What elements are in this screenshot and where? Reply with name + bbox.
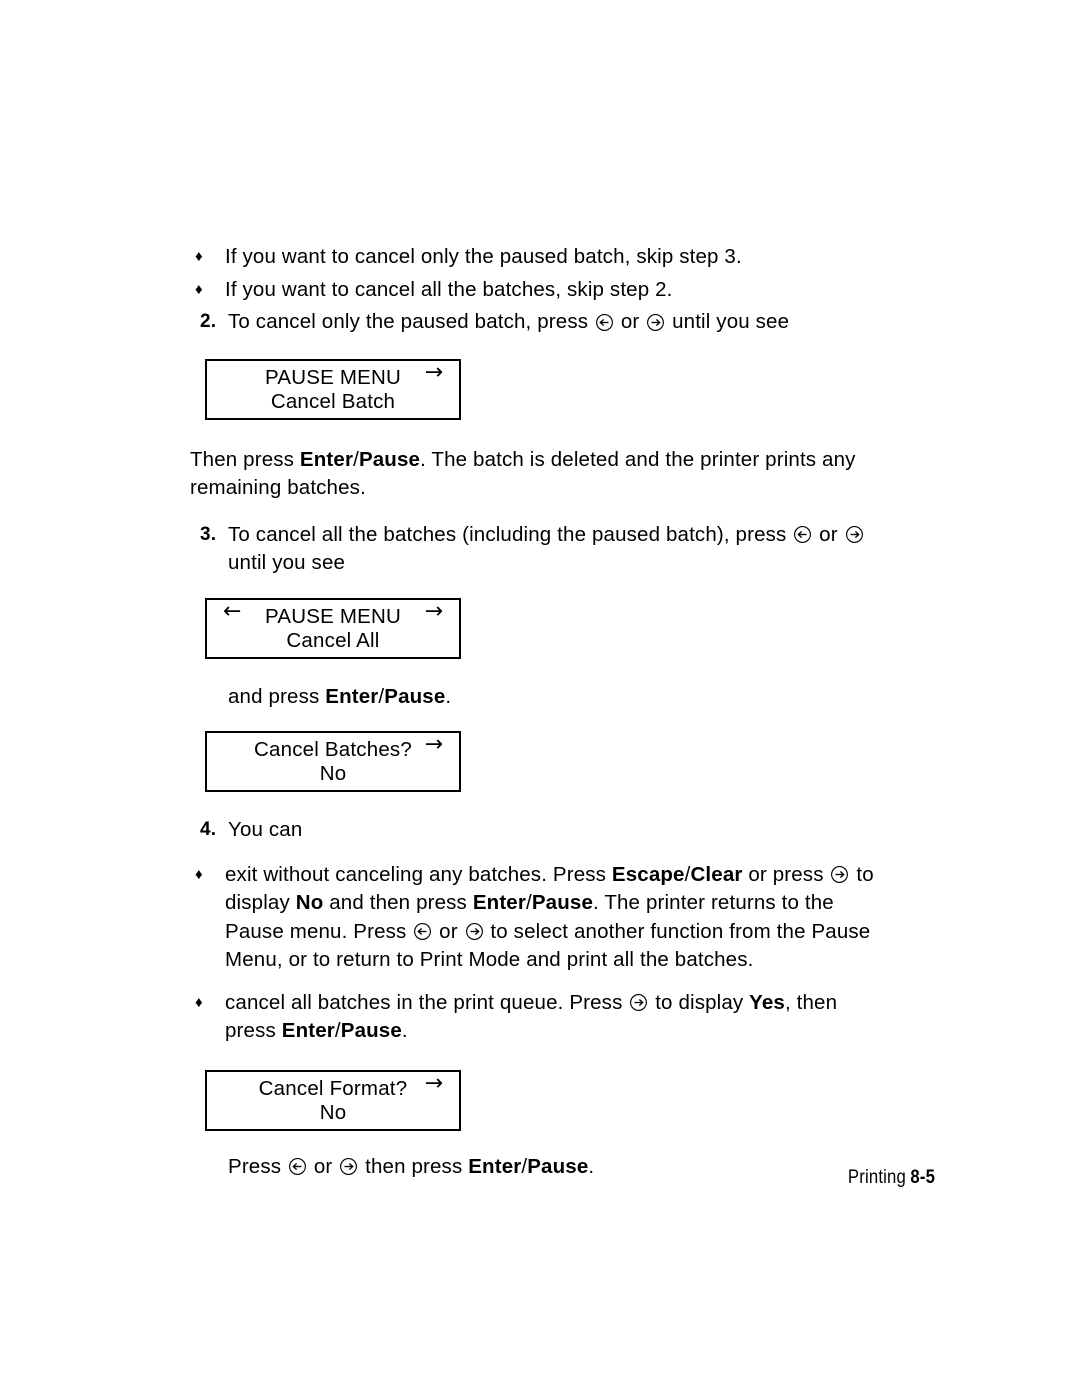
circled-left-arrow-key-icon xyxy=(793,525,812,544)
printer-display-cancel-batches-prompt: Cancel Batches? No → xyxy=(205,731,461,792)
step-text-part-a: To cancel only the paused batch, press xyxy=(228,310,589,333)
numbered-step-4: 4. You can xyxy=(190,816,890,845)
list-item: ♦ cancel all batches in the print queue.… xyxy=(190,989,890,1046)
bullet-diamond-icon: ♦ xyxy=(195,865,203,883)
step-number: 2. xyxy=(200,311,217,332)
bullet-diamond-icon: ♦ xyxy=(195,248,203,265)
paragraph-after-box-1: Then press Enter/Pause. The batch is del… xyxy=(190,446,890,503)
bullet-text-4: and then press xyxy=(329,891,467,914)
circled-right-arrow-key-icon xyxy=(845,525,864,544)
key-label-enter: Enter xyxy=(325,684,379,708)
bullet-text-1: exit without canceling any batches. Pres… xyxy=(225,862,607,886)
page-content: ♦ If you want to cancel only the paused … xyxy=(190,243,890,1181)
key-label-pause: Pause xyxy=(527,1154,589,1178)
display-right-arrow-icon: → xyxy=(424,1070,443,1096)
bullet-text-2: or press xyxy=(748,862,824,886)
key-label-enter: Enter xyxy=(281,1019,335,1042)
display-line-2: Cancel All xyxy=(286,628,380,652)
display-line-1: Cancel Format? xyxy=(258,1076,408,1100)
text-then-press: Then press xyxy=(190,447,295,471)
list-item: ♦ If you want to cancel only the paused … xyxy=(190,243,890,272)
paragraph-final-instruction: Press or then press Enter/Pause. xyxy=(228,1153,890,1182)
display-right-arrow-icon: → xyxy=(424,359,443,385)
display-line-1: PAUSE MENU xyxy=(264,604,402,628)
bullet-text-1: cancel all batches in the print queue. P… xyxy=(225,990,623,1014)
text-period: . xyxy=(588,1154,595,1178)
footer-section-label: Printing xyxy=(847,1167,906,1188)
display-box-4-wrapper: Cancel Format? No → xyxy=(190,1069,890,1131)
display-left-arrow-icon: ← xyxy=(223,598,242,624)
circled-right-arrow-key-icon xyxy=(339,1157,358,1176)
circled-right-arrow-key-icon xyxy=(465,922,484,941)
display-line-2: No xyxy=(319,762,347,785)
printer-display-cancel-format-prompt: Cancel Format? No → xyxy=(205,1069,461,1131)
bullet-diamond-icon: ♦ xyxy=(195,280,203,298)
text-and-press: and press xyxy=(228,684,320,708)
key-label-enter: Enter xyxy=(299,447,354,471)
step-text-part-c: until you see xyxy=(672,310,790,333)
key-label-enter: Enter xyxy=(468,1154,522,1178)
display-line-2: Cancel Batch xyxy=(270,389,396,413)
key-label-pause: Pause xyxy=(340,1019,402,1042)
printer-display-cancel-batch: PAUSE MENU Cancel Batch → xyxy=(205,358,461,420)
page-footer: Printing 8-5 xyxy=(848,1167,935,1189)
step-text-part-b: or xyxy=(620,310,640,333)
paragraph-after-box-2: and press Enter/Pause. xyxy=(228,683,890,712)
bullet-text-2: to display xyxy=(655,990,744,1014)
bullet-text-6: or xyxy=(439,919,458,943)
circled-left-arrow-key-icon xyxy=(413,922,432,941)
numbered-step-3: 3. To cancel all the batches (including … xyxy=(190,521,890,578)
circled-left-arrow-key-icon xyxy=(288,1157,307,1176)
display-box-3-wrapper: Cancel Batches? No → xyxy=(190,731,890,792)
numbered-step-2: 2. To cancel only the paused batch, pres… xyxy=(190,308,890,337)
key-label-pause: Pause xyxy=(384,684,446,708)
bullet-text: If you want to cancel all the batches, s… xyxy=(225,277,673,301)
key-label-enter: Enter xyxy=(472,891,526,914)
key-label-escape: Escape xyxy=(611,862,685,886)
step-text-part-c: until you see xyxy=(228,551,346,574)
printer-display-cancel-all: PAUSE MENU Cancel All ← → xyxy=(205,597,461,659)
display-right-arrow-icon: → xyxy=(424,598,443,624)
circled-right-arrow-key-icon xyxy=(629,993,648,1012)
step-text-part-b: or xyxy=(819,522,838,546)
circled-left-arrow-key-icon xyxy=(595,313,614,332)
option-label-yes: Yes xyxy=(749,990,785,1014)
step-number: 4. xyxy=(200,819,217,840)
bullet-text-4: . xyxy=(401,1019,408,1042)
display-line-1: Cancel Batches? xyxy=(254,738,412,761)
display-box-1-wrapper: PAUSE MENU Cancel Batch → xyxy=(190,358,890,420)
circled-right-arrow-key-icon xyxy=(646,313,665,332)
key-label-clear: Clear xyxy=(690,862,743,886)
document-page: ♦ If you want to cancel only the paused … xyxy=(0,0,1080,1397)
step-text-part-a: To cancel all the batches (including the… xyxy=(228,522,787,546)
list-item: ♦ If you want to cancel all the batches,… xyxy=(190,276,890,305)
step-number: 3. xyxy=(200,523,217,545)
option-label-no: No xyxy=(295,891,324,914)
bullet-text: If you want to cancel only the paused ba… xyxy=(225,245,742,268)
text-press: Press xyxy=(228,1154,282,1178)
list-item: ♦ exit without canceling any batches. Pr… xyxy=(190,861,890,975)
key-label-pause: Pause xyxy=(358,447,421,471)
text-period: . xyxy=(445,684,452,708)
footer-page-number: 8-5 xyxy=(910,1167,935,1188)
display-line-1: PAUSE MENU xyxy=(264,365,402,389)
bullet-diamond-icon: ♦ xyxy=(195,993,203,1011)
display-line-2: No xyxy=(319,1100,347,1124)
text-then-press: then press xyxy=(365,1154,463,1178)
step-text: You can xyxy=(228,818,303,841)
key-label-pause: Pause xyxy=(531,891,593,914)
circled-right-arrow-key-icon xyxy=(830,865,849,884)
display-right-arrow-icon: → xyxy=(424,732,443,757)
display-box-2-wrapper: PAUSE MENU Cancel All ← → xyxy=(190,597,890,659)
text-or: or xyxy=(313,1154,333,1178)
